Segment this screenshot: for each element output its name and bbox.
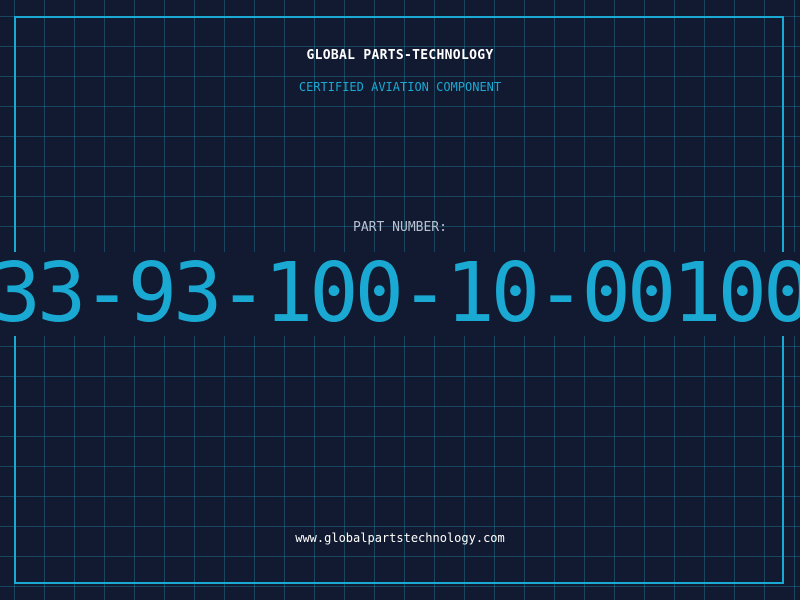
part-number-value: 33-93-100-10-00100: [0, 246, 800, 341]
part-card: GLOBAL PARTS-TECHNOLOGY CERTIFIED AVIATI…: [0, 0, 800, 600]
website-url: www.globalpartstechnology.com: [295, 531, 505, 545]
part-number-label: PART NUMBER:: [353, 220, 447, 235]
company-name: GLOBAL PARTS-TECHNOLOGY: [306, 48, 494, 63]
certification-subtitle: CERTIFIED AVIATION COMPONENT: [298, 80, 502, 94]
